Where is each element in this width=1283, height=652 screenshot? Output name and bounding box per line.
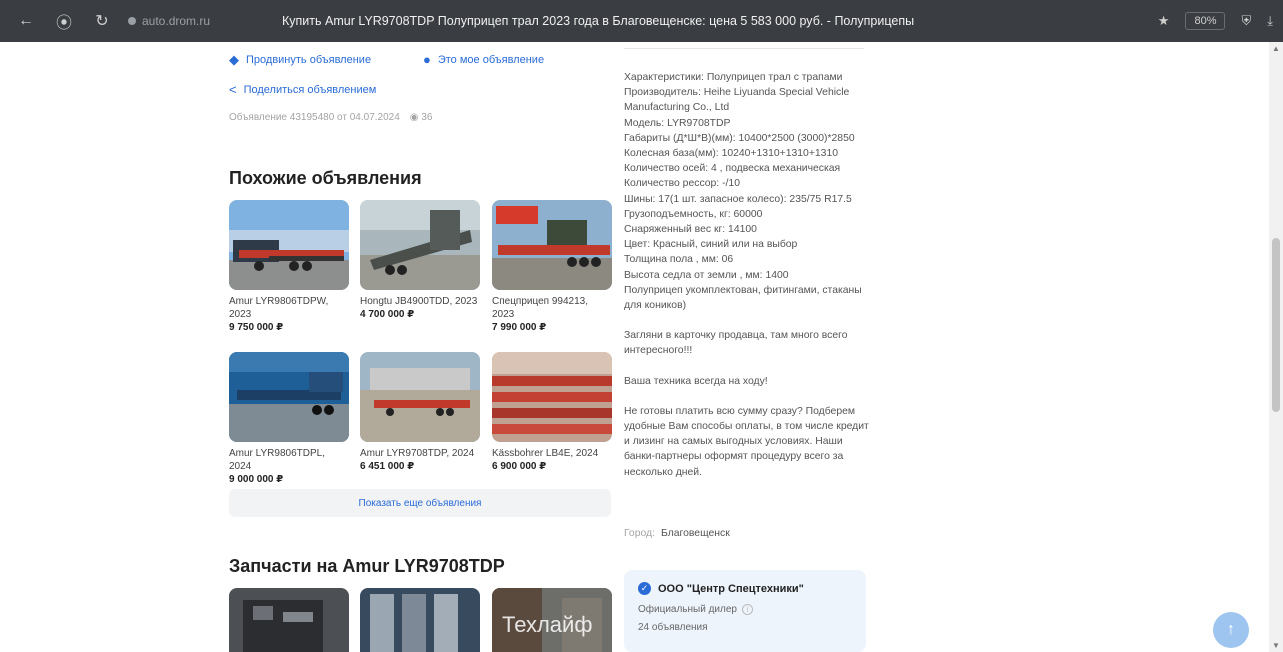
ad-photo[interactable] [492,200,612,290]
desc-line: Габариты (Д*Ш*В)(мм): 10400*2500 (3000)*… [624,132,855,144]
part-photo[interactable]: Техлайф [492,588,612,652]
desc-line: Количество рессор: -/10 [624,178,740,190]
share-label: Поделиться объявлением [243,83,377,96]
desc-line: Высота седла от земли , мм: 1400 [624,269,789,281]
desc-paragraph: Загляни в карточку продавца, там много в… [624,330,848,357]
desc-line: Колесная база(мм): 10240+1310+1310+1310 [624,148,839,160]
desc-line: Снаряженный вес кг: 14100 [624,224,757,236]
browser-toolbar: ← ⦿ ↻ auto.drom.ru Купить Amur LYR9708TD… [0,0,1283,42]
parts-watermark: Техлайф [502,612,593,637]
address-bar[interactable]: auto.drom.ru [128,14,210,28]
scroll-to-top-button[interactable]: ↑ [1213,612,1249,648]
eye-icon: ◉ [409,112,419,123]
ad-photo[interactable] [492,352,612,442]
ad-name[interactable]: Amur LYR9708TDP, 2024 [360,447,480,460]
info-icon[interactable]: i [741,604,753,615]
ad-price: 9 000 000 ₽ [229,474,284,485]
desc-line: Характеристики: Полуприцеп трал с трапам… [624,72,843,83]
ad-name[interactable]: Kässbohrer LB4E, 2024 [492,447,612,460]
city-value: Благовещенск [661,528,730,539]
similar-ad-card[interactable]: Kässbohrer LB4E, 2024 6 900 000 ₽ [492,352,612,473]
desc-paragraph: Ваша техника всегда на ходу! [624,375,768,387]
share-link[interactable]: < Поделиться объявлением [229,82,376,97]
ad-price: 6 451 000 ₽ [360,461,415,472]
desc-line: Толщина пола , мм: 06 [624,254,734,266]
my-ad-label: Это мое объявление [437,53,545,66]
dealer-card[interactable]: ✓ ООО "Центр Спецтехники" Официальный ди… [624,570,866,652]
similar-ad-card[interactable]: Amur LYR9708TDP, 2024 6 451 000 ₽ [360,352,480,473]
ad-photo[interactable] [229,200,349,290]
desc-line: Грузоподъемность, кг: 60000 [624,208,763,220]
page-scrollbar[interactable]: ▲ ▼ [1269,42,1283,652]
site-domain: auto.drom.ru [142,14,211,28]
dealer-ad-count[interactable]: 24 объявления [638,622,852,633]
ad-photo[interactable] [360,352,480,442]
lock-icon [128,17,136,25]
similar-ad-card[interactable]: Hongtu JB4900TDD, 2023 4 700 000 ₽ [360,200,480,321]
desc-line: Модель: LYR9708TDP [624,117,731,129]
back-icon[interactable]: ← [14,9,38,33]
browser-right-tools: ★ 80% ⛨ ⤓ [1158,0,1273,42]
dealer-type-row: Официальный дилер i [638,604,852,615]
scroll-up-icon[interactable]: ▲ [1272,44,1280,53]
arrow-up-icon: ↑ [1227,621,1235,638]
ad-name[interactable]: Amur LYR9806TDPL, 2024 [229,447,349,473]
desc-line: Шины: 17(1 шт. запасное колесо): 235/75 … [624,193,852,205]
similar-ad-card[interactable]: Amur LYR9806TDPL, 2024 9 000 000 ₽ [229,352,349,486]
desc-paragraph: Не готовы платить всю сумму сразу? Подбе… [624,405,869,478]
scrollbar-thumb[interactable] [1272,238,1280,412]
similar-ad-card[interactable]: Amur LYR9806TDPW, 2023 9 750 000 ₽ [229,200,349,334]
desc-line: Полуприцеп укомплектован, фитингами, ста… [624,284,862,312]
user-icon: ● [423,52,431,67]
ad-photo[interactable] [360,200,480,290]
my-ad-link[interactable]: ● Это мое объявление [423,52,544,67]
verified-check-icon: ✓ [638,582,651,595]
ad-description: Характеристики: Полуприцеп трал с трапам… [624,70,874,480]
ad-price: 7 990 000 ₽ [492,322,547,333]
shield-icon[interactable]: ⦿ [52,9,76,33]
parts-title: Запчасти на Amur LYR9708TDP [229,556,505,576]
part-card[interactable] [229,588,349,652]
download-icon[interactable]: ⤓ [1267,13,1273,29]
views-counter: ◉ 36 [410,112,433,123]
bookmark-icon[interactable]: ★ [1158,13,1170,29]
rocket-icon: ◆ [229,52,239,67]
share-icon: < [229,82,237,97]
ad-price: 4 700 000 ₽ [360,309,415,320]
similar-ads-title: Похожие объявления [229,168,422,188]
views-count: 36 [421,112,433,123]
reload-icon[interactable]: ↻ [90,9,114,33]
dealer-type: Официальный дилер [638,604,737,615]
ad-meta-text: Объявление 43195480 от 04.07.2024 [229,112,400,123]
part-photo[interactable] [360,588,480,652]
show-more-button[interactable]: Показать еще объявления [229,489,611,517]
ad-meta: Объявление 43195480 от 04.07.2024 ◉ 36 [229,112,432,123]
ad-name[interactable]: Amur LYR9806TDPW, 2023 [229,295,349,321]
part-photo[interactable] [229,588,349,652]
part-card[interactable] [360,588,480,652]
city-label: Город: [624,528,655,539]
scroll-down-icon[interactable]: ▼ [1272,641,1280,650]
page-title: Купить Amur LYR9708TDP Полуприцеп трал 2… [282,14,915,28]
ad-photo[interactable] [229,352,349,442]
desc-line: Цвет: Красный, синий или на выбор [624,239,798,251]
dealer-name-row[interactable]: ✓ ООО "Центр Спецтехники" [638,582,852,595]
desc-line: Количество осей: 4 , подвеска механическ… [624,163,841,175]
promote-link[interactable]: ◆ Продвинуть объявление [229,52,371,68]
city-row: Город: Благовещенск [624,528,730,539]
ad-price: 6 900 000 ₽ [492,461,547,472]
part-card[interactable]: Техлайф [492,588,612,652]
ad-price: 9 750 000 ₽ [229,322,284,333]
promote-label: Продвинуть объявление [246,54,372,66]
similar-ad-card[interactable]: Спецприцеп 994213, 2023 7 990 000 ₽ [492,200,612,334]
ad-name[interactable]: Hongtu JB4900TDD, 2023 [360,295,480,308]
divider [624,48,864,49]
protect-icon[interactable]: ⛨ [1241,13,1251,29]
ad-name[interactable]: Спецприцеп 994213, 2023 [492,295,612,321]
desc-line: Производитель: Heihe Liyuanda Special Ve… [624,87,850,114]
dealer-name[interactable]: ООО "Центр Спецтехники" [658,583,804,595]
zoom-indicator[interactable]: 80% [1185,12,1226,30]
